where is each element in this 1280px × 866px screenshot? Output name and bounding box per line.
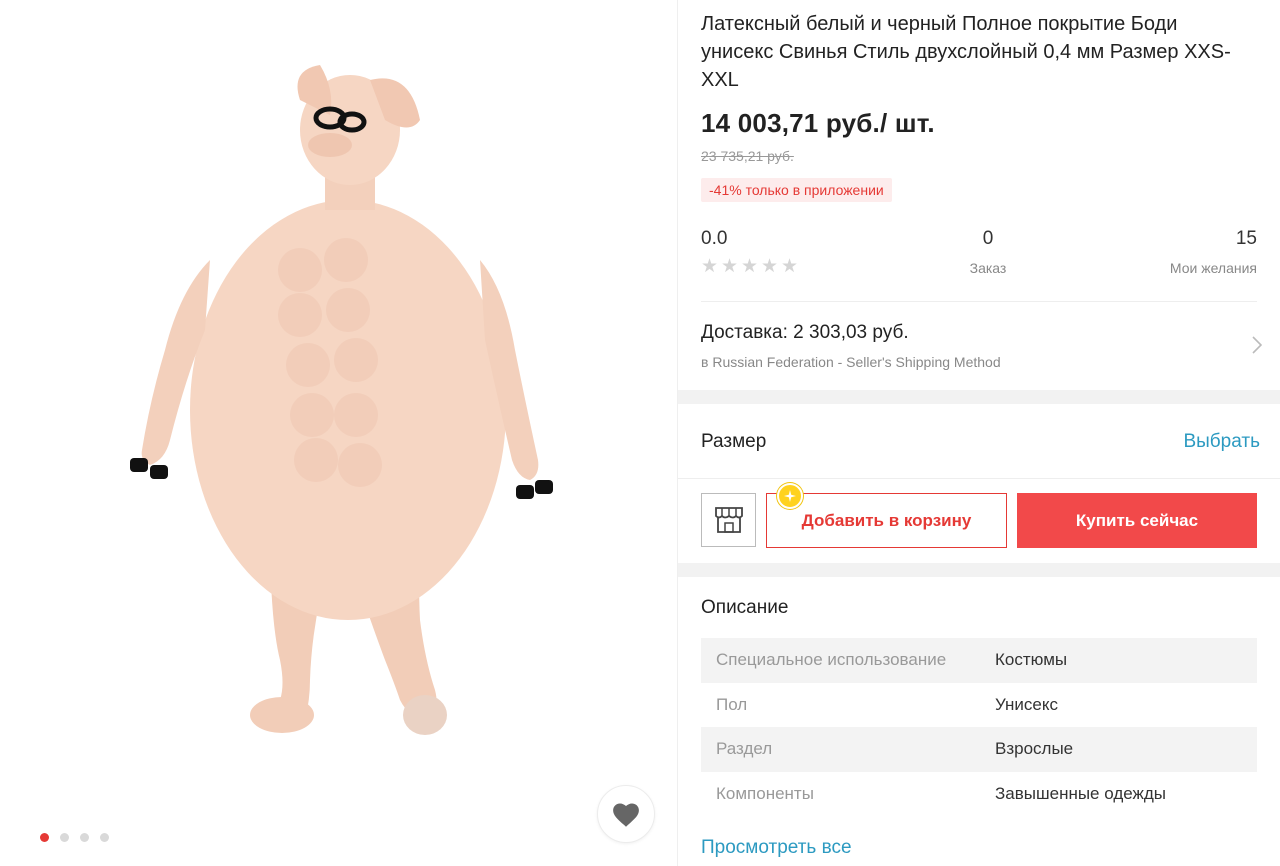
table-row: Компоненты Завышенные одежды [701,772,1257,817]
favorite-button[interactable] [597,785,655,843]
description-title: Описание [701,597,789,618]
sparkle-icon [784,490,796,502]
star-icon: ★ [741,256,759,277]
chevron-right-icon [1252,336,1262,354]
wishlist-label: Мои желания [1169,260,1257,276]
spec-key: Пол [716,694,748,714]
coin-badge-icon [777,483,803,509]
gallery-dot-3[interactable] [80,833,89,842]
heart-icon [613,802,639,827]
delivery-row[interactable]: Доставка: 2 303,03 руб. в Russian Federa… [678,302,1280,390]
gallery-dot-4[interactable] [100,833,109,842]
old-price: 23 735,21 руб. [701,148,794,164]
spec-value: Костюмы [995,650,1068,670]
orders-count: 0 [982,228,994,249]
size-select-link[interactable]: Выбрать [1183,431,1260,453]
delivery-title: Доставка: 2 303,03 руб. [701,322,909,343]
table-row: Пол Унисекс [701,683,1257,728]
gallery-dot-2[interactable] [60,833,69,842]
add-to-cart-button[interactable]: Добавить в корзину [766,493,1007,548]
rating-value: 0.0 [701,228,728,249]
section-separator [678,390,1280,404]
spec-table: Специальное использование Костюмы Пол Ун… [701,638,1257,816]
wishlist-count: 15 [1235,228,1257,249]
size-label: Размер [701,431,767,452]
spec-key: Компоненты [716,783,814,803]
table-row: Специальное использование Костюмы [701,638,1257,683]
delivery-subtitle: в Russian Federation - Seller's Shipping… [701,354,1001,370]
spec-value: Завышенные одежды [995,783,1167,803]
buy-now-button[interactable]: Купить сейчас [1017,493,1257,548]
store-button[interactable] [701,493,756,547]
product-info-panel: Латексный белый и черный Полное покрытие… [678,0,1280,866]
star-icon: ★ [761,256,779,277]
product-price: 14 003,71 руб./ шт. [701,108,935,138]
discount-badge: -41% только в приложении [701,178,892,202]
size-row[interactable]: Размер Выбрать [678,404,1280,478]
section-separator [678,563,1280,577]
gallery-dot-1[interactable] [40,833,49,842]
action-bar: Добавить в корзину Купить сейчас [678,479,1280,563]
product-image[interactable] [120,60,570,750]
spec-key: Раздел [716,739,773,759]
star-icon: ★ [721,256,739,277]
spec-value: Взрослые [995,739,1074,759]
product-stats: 0.0 ★ ★ ★ ★ ★ 0 Заказ 15 Мои желания [701,228,1257,288]
store-icon [714,507,743,533]
spec-value: Унисекс [995,694,1059,714]
star-icon: ★ [701,256,719,277]
image-gallery[interactable] [0,0,677,866]
gallery-pagination[interactable] [40,833,109,842]
table-row: Раздел Взрослые [701,727,1257,772]
rating-stars: ★ ★ ★ ★ ★ [701,256,799,277]
orders-label: Заказ [969,260,1007,276]
star-icon: ★ [781,256,799,277]
view-all-link[interactable]: Просмотреть все [701,837,852,859]
spec-key: Специальное использование [716,650,947,670]
product-title: Латексный белый и черный Полное покрытие… [701,13,1231,91]
